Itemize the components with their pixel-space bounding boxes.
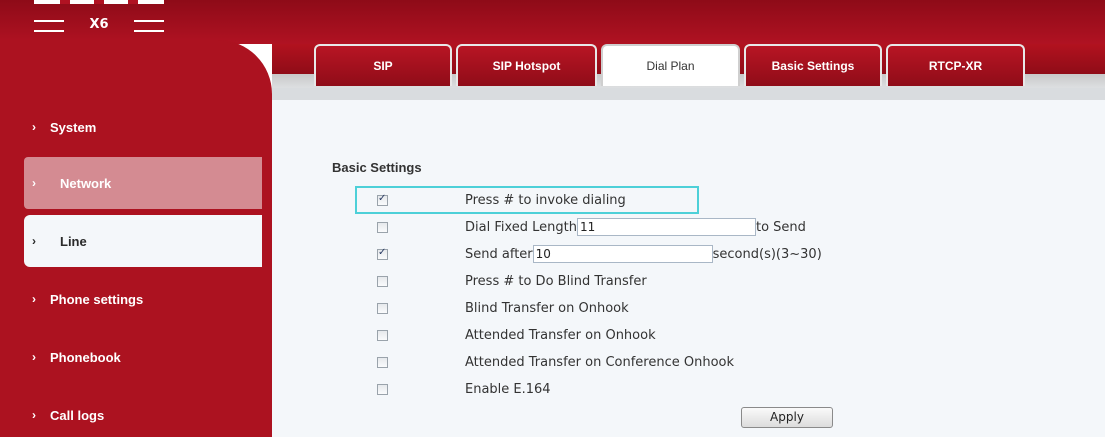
sidebar-item-call-logs[interactable]: › Call logs [24, 389, 262, 441]
sidebar-item-label: Phone settings [50, 291, 144, 307]
chevron-right-icon: › [32, 176, 36, 190]
tab-basic-settings[interactable]: Basic Settings [744, 44, 882, 86]
enable-e164-label: Enable E.164 [465, 381, 551, 397]
blind-transfer-onhook-label: Blind Transfer on Onhook [465, 300, 629, 316]
send-after-row: Send after second(s)(3~30) [377, 245, 822, 263]
sidebar-item-label: Network [60, 175, 112, 191]
dial-fixed-length-row: Dial Fixed Length to Send [377, 218, 806, 236]
send-after-input[interactable] [532, 245, 713, 263]
blind-transfer-hash-label: Press # to Do Blind Transfer [465, 273, 647, 289]
tab-sip[interactable]: SIP [314, 44, 452, 86]
chevron-right-icon: › [32, 350, 36, 364]
section-title: Basic Settings [332, 160, 422, 175]
chevron-right-icon: › [32, 408, 36, 422]
chevron-right-icon: › [32, 292, 36, 306]
tab-rtcp-xr[interactable]: RTCP-XR [886, 44, 1025, 86]
press-hash-row: Press # to invoke dialing [377, 191, 626, 209]
attended-transfer-conference-label: Attended Transfer on Conference Onhook [465, 354, 735, 370]
chevron-right-icon: › [32, 120, 36, 134]
top-banner: X6 [0, 0, 1105, 44]
dial-fixed-length-input[interactable] [577, 218, 756, 236]
chevron-right-icon: › [32, 234, 36, 248]
dial-fixed-length-checkbox[interactable] [377, 221, 388, 233]
enable-e164-row: Enable E.164 [377, 380, 551, 398]
sidebar-item-label: Phonebook [50, 349, 121, 365]
sidebar-item-label: Line [60, 233, 87, 249]
send-after-label: Send after [465, 246, 533, 262]
attended-transfer-onhook-checkbox[interactable] [377, 329, 388, 341]
enable-e164-checkbox[interactable] [377, 383, 388, 395]
apply-button[interactable]: Apply [741, 407, 833, 428]
brand-logo [34, 0, 164, 4]
blind-transfer-hash-row: Press # to Do Blind Transfer [377, 272, 647, 290]
sidebar-item-phone-settings[interactable]: › Phone settings [24, 273, 262, 325]
attended-transfer-onhook-label: Attended Transfer on Onhook [465, 327, 656, 343]
model-label: X6 [34, 14, 164, 36]
content-panel [272, 100, 1105, 437]
attended-transfer-conference-row: Attended Transfer on Conference Onhook [377, 353, 734, 371]
send-after-suffix: second(s)(3~30) [712, 246, 822, 262]
sidebar-item-label: System [50, 119, 97, 135]
sidebar-item-phonebook[interactable]: › Phonebook [24, 331, 262, 383]
tab-sip-hotspot[interactable]: SIP Hotspot [456, 44, 597, 86]
blind-transfer-onhook-row: Blind Transfer on Onhook [377, 299, 629, 317]
dial-fixed-length-suffix: to Send [756, 219, 806, 235]
attended-transfer-conference-checkbox[interactable] [377, 356, 388, 368]
tab-dial-plan[interactable]: Dial Plan [601, 44, 740, 86]
attended-transfer-onhook-row: Attended Transfer on Onhook [377, 326, 656, 344]
tab-underline [272, 88, 1105, 100]
dial-fixed-length-label: Dial Fixed Length [465, 219, 577, 235]
sidebar-item-line[interactable]: › Line [24, 215, 262, 267]
blind-transfer-onhook-checkbox[interactable] [377, 302, 388, 314]
press-hash-checkbox[interactable] [377, 193, 388, 206]
press-hash-label: Press # to invoke dialing [465, 192, 626, 208]
sidebar-item-system[interactable]: › System [24, 101, 262, 153]
blind-transfer-hash-checkbox[interactable] [377, 275, 388, 287]
sidebar-item-label: Call logs [50, 407, 105, 423]
send-after-checkbox[interactable] [377, 247, 388, 260]
sidebar-item-network[interactable]: › Network [24, 157, 262, 209]
